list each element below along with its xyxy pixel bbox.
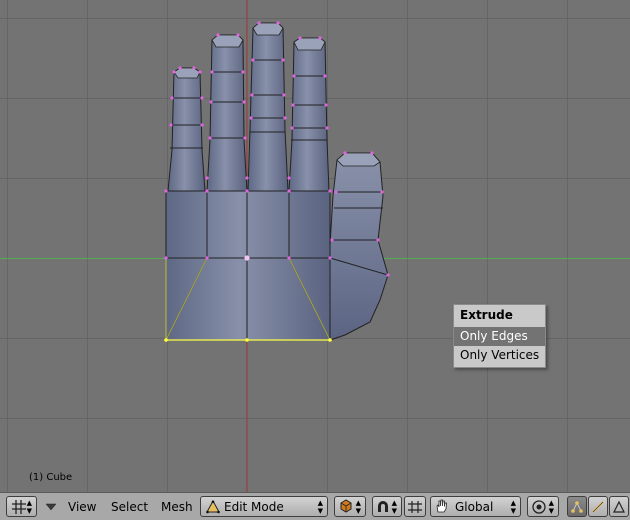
menu-mesh[interactable]: Mesh: [161, 500, 193, 514]
draw-type-select[interactable]: ▲ ▼: [334, 496, 366, 517]
magnet-icon: [378, 501, 388, 512]
menu-item-only-vertices[interactable]: Only Vertices: [454, 346, 545, 365]
vertex-select-icon: [571, 501, 583, 513]
updown-arrows-icon: ▲ ▼: [548, 499, 554, 515]
circle-target-icon: [532, 500, 546, 514]
mode-select[interactable]: Edit Mode ▲ ▼: [200, 496, 328, 517]
finger-middle: [247, 22, 289, 192]
grid-window-icon: [12, 500, 26, 514]
hand-icon: [436, 499, 447, 513]
menu-item-only-edges[interactable]: Only Edges: [454, 327, 545, 346]
edge-select-icon: [592, 501, 604, 513]
collapse-triangle-icon[interactable]: [45, 503, 57, 511]
proportional-edit-select[interactable]: ▲ ▼: [527, 496, 559, 517]
thumb: [329, 152, 389, 341]
orientation-select[interactable]: Global ▲ ▼: [430, 496, 521, 517]
mode-label: Edit Mode: [224, 500, 284, 514]
popup-title: Extrude: [460, 308, 513, 322]
snap-grid-icon: [408, 501, 422, 513]
updown-arrows-icon: ▲ ▼: [510, 499, 516, 515]
object-name-label: (1) Cube: [29, 472, 73, 483]
orientation-label: Global: [455, 500, 494, 514]
hand-mesh[interactable]: [0, 0, 630, 492]
finger-ring: [206, 34, 248, 192]
solid-cube-icon: [340, 499, 352, 513]
extrude-popup-menu[interactable]: Extrude Only Edges Only Vertices: [453, 304, 546, 368]
mesh-triangle-icon: [206, 500, 220, 514]
updown-arrows-icon: ▲ ▼: [26, 499, 32, 515]
updown-arrows-icon: ▲ ▼: [391, 499, 397, 515]
updown-arrows-icon: ▲ ▼: [317, 499, 323, 515]
3d-view-header: ▲ ▼ View Select Mesh Edit Mode ▲ ▼ ▲ ▼ ▲ ▼: [0, 492, 630, 520]
face-select-icon: [613, 500, 625, 513]
face-select-mode-button[interactable]: [609, 496, 629, 517]
palm: [165, 190, 331, 341]
vertex-select-mode-button[interactable]: [567, 496, 587, 517]
finger-little: [167, 67, 206, 192]
3d-viewport[interactable]: (1) Cube Extrude Only Edges Only Vertice…: [0, 0, 630, 492]
window-type-button[interactable]: ▲ ▼: [6, 496, 37, 517]
pivot-select[interactable]: ▲ ▼: [372, 496, 402, 517]
finger-index: [288, 37, 330, 192]
snap-button[interactable]: [404, 496, 426, 517]
updown-arrows-icon: ▲ ▼: [355, 499, 361, 515]
menu-view[interactable]: View: [68, 500, 96, 514]
menu-select[interactable]: Select: [111, 500, 148, 514]
edge-select-mode-button[interactable]: [588, 496, 608, 517]
